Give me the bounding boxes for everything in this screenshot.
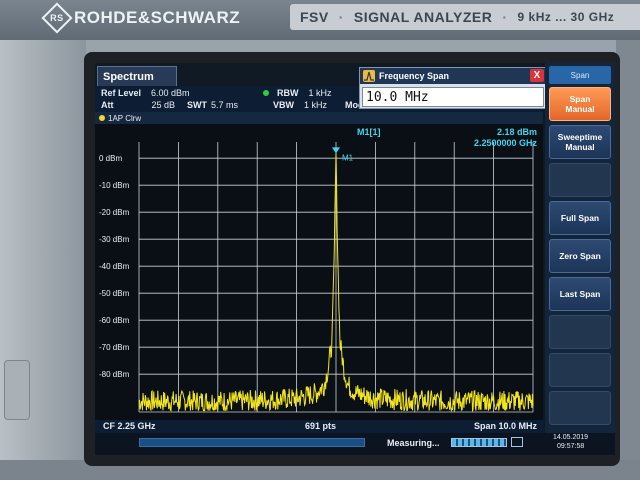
softkey-full-span[interactable]: Full Span: [549, 201, 611, 235]
softkey-empty-6[interactable]: [549, 315, 611, 349]
close-icon[interactable]: X: [530, 69, 544, 82]
rbw-coupled-indicator-icon: [263, 90, 269, 96]
y-tick-label: -10 dBm: [99, 181, 130, 190]
y-tick-label: -50 dBm: [99, 289, 130, 298]
marker-level: 2.18 dBm: [496, 127, 537, 137]
remote-icon: [511, 437, 523, 447]
measuring-progress-bar: [451, 438, 507, 447]
model-name: FSV: [300, 9, 329, 25]
model-description: SIGNAL ANALYZER: [353, 9, 493, 25]
instrument-left-bezel: [0, 40, 86, 480]
softkey-zero-span[interactable]: Zero Span: [549, 239, 611, 273]
vbw-label: VBW: [273, 100, 294, 110]
marker-name: M1[1]: [357, 127, 381, 137]
softkey-empty-7[interactable]: [549, 353, 611, 387]
marker-m1-label: M1: [342, 153, 354, 162]
softkey-sublabel: Manual: [565, 104, 595, 114]
y-tick-label: -70 dBm: [99, 343, 130, 352]
softkey-sublabel: Manual: [565, 142, 595, 152]
brand-name: ROHDE&SCHWARZ: [74, 8, 241, 27]
trace-label: 1AP Clrw: [108, 113, 142, 123]
rohde-schwarz-logo-icon: RS: [41, 2, 73, 34]
footer-bar: Measuring... 14.05.2019 09:57:58: [95, 433, 615, 455]
brand-logo-area: RS ROHDE&SCHWARZ: [41, 2, 241, 34]
softkey-label: Zero Span: [559, 250, 601, 261]
y-tick-label: -80 dBm: [99, 370, 130, 379]
footer-time: 09:57:58: [557, 443, 585, 450]
dialog-title-bar: Frequency Span X: [360, 68, 546, 84]
marker-m1-icon[interactable]: [332, 147, 340, 154]
frequency-span-dialog: Frequency Span X 10.0 MHz: [359, 67, 547, 109]
att-label: Att: [101, 100, 114, 110]
y-tick-label: -40 dBm: [99, 262, 130, 271]
softkey-empty-2[interactable]: [549, 163, 611, 197]
ref-level-value: 6.00 dBm: [151, 88, 190, 98]
model-plate: FSV · SIGNAL ANALYZER · 9 kHz ... 30 GHz: [290, 4, 640, 30]
swt-value: 5.7 ms: [211, 100, 239, 110]
span-icon: [363, 70, 375, 82]
model-range: 9 kHz ... 30 GHz: [517, 10, 615, 24]
footer-date: 14.05.2019: [553, 434, 589, 441]
vbw-value: 1 kHz: [304, 100, 328, 110]
status-bar: CF 2.25 GHz 691 pts Span 10.0 MHz: [95, 420, 543, 433]
dialog-title: Frequency Span: [379, 71, 450, 81]
att-value: 25 dB: [151, 100, 176, 110]
spectrum-plot[interactable]: 0 dBm -10 dBm -20 dBm -30 dBm -40 dBm -50 dBm…: [95, 124, 543, 420]
marker-readout: M1[1] 2.18 dBm 2.2500000 GHz: [357, 127, 539, 149]
y-tick-label: -20 dBm: [99, 208, 130, 217]
softkey-panel: Span Span Manual Sweeptime Manual Full Span Z…: [545, 63, 615, 433]
spectrum-chart: 0 dBm -10 dBm -20 dBm -30 dBm -40 dBm -50 dBm…: [99, 142, 534, 413]
trace-indicator-icon: [99, 115, 105, 121]
center-frequency: CF 2.25 GHz: [103, 421, 156, 431]
marker-frequency: 2.2500000 GHz: [473, 138, 537, 148]
softkey-last-span[interactable]: Last Span: [549, 277, 611, 311]
footer-progress: [139, 438, 365, 447]
side-connector: [4, 360, 30, 420]
rbw-label: RBW: [277, 88, 299, 98]
softkey-label: Full Span: [560, 212, 600, 223]
softkey-span-manual[interactable]: Span Manual: [549, 87, 611, 121]
softkey-menu-title: Span: [549, 66, 611, 84]
softkey-label: Last Span: [559, 288, 601, 299]
y-tick-label: -30 dBm: [99, 235, 130, 244]
span-value-input[interactable]: 10.0 MHz: [362, 87, 544, 107]
softkey-empty-8[interactable]: [549, 391, 611, 425]
ref-level-label: Ref Level: [101, 88, 142, 98]
softkey-label: Span: [569, 93, 591, 104]
softkey-label: Sweeptime: [557, 131, 603, 142]
swt-label: SWT: [187, 100, 208, 110]
analyzer-screen: Spectrum Ref Level 6.00 dBm Att 25 dB SW…: [95, 63, 615, 455]
span-readout: Span 10.0 MHz: [473, 421, 537, 431]
sweep-points: 691 pts: [305, 421, 337, 431]
y-tick-label: 0 dBm: [99, 154, 122, 163]
y-tick-label: -60 dBm: [99, 316, 130, 325]
measuring-status: Measuring...: [387, 438, 440, 448]
softkey-sweeptime-manual[interactable]: Sweeptime Manual: [549, 125, 611, 159]
rbw-value: 1 kHz: [308, 88, 332, 98]
tab-spectrum[interactable]: Spectrum: [97, 66, 177, 86]
trace-info-bar: 1AP Clrw: [95, 112, 543, 124]
